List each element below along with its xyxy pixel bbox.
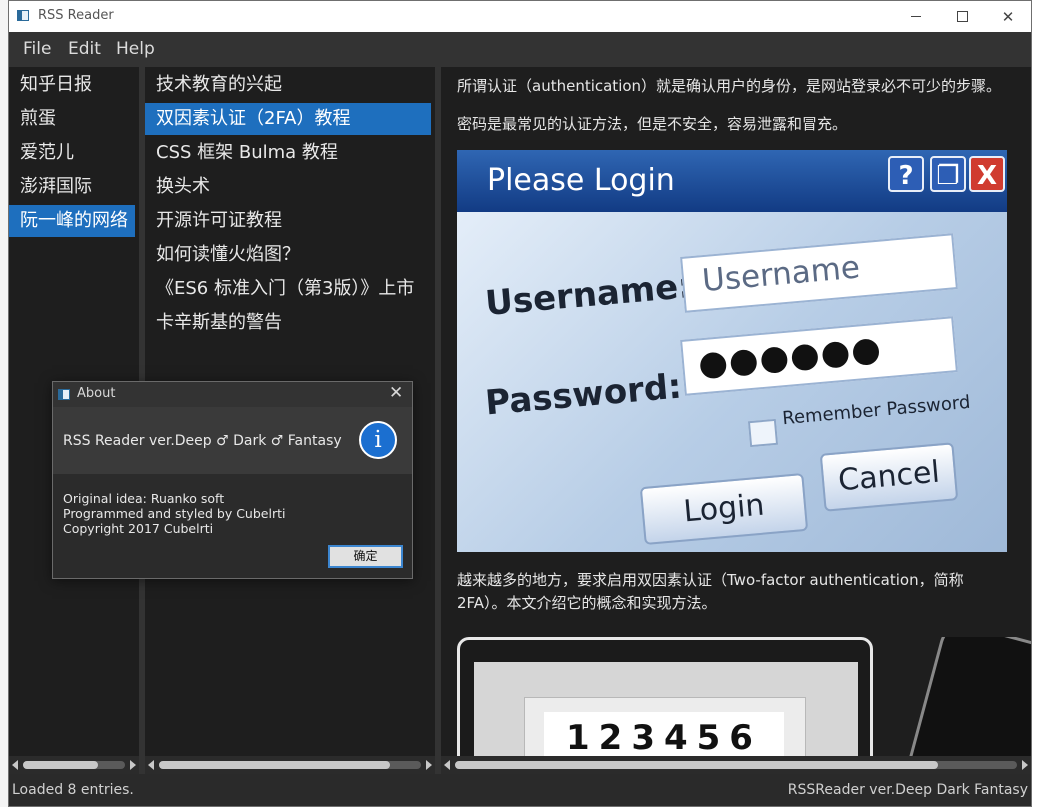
article-item[interactable]: 换头术 <box>145 171 435 203</box>
article-content: 所谓认证（authentication）就是确认用户的身份，是网站登录必不可少的… <box>441 67 1031 774</box>
close-button[interactable]: ✕ <box>985 1 1031 32</box>
close-icon[interactable]: ✕ <box>389 383 403 403</box>
login-graphic-button: Login <box>639 472 809 546</box>
maximize-button[interactable] <box>939 1 985 32</box>
info-icon: i <box>359 421 397 459</box>
twofa-illustration: 123456 <box>457 637 1031 757</box>
about-credit-line: Copyright 2017 Cubelrti <box>63 521 214 536</box>
about-credit-line: Original idea: Ruanko soft <box>63 491 225 506</box>
scroll-thumb[interactable] <box>159 761 390 769</box>
username-label: Username: <box>483 266 694 324</box>
restore-icon: ❐ <box>930 156 966 192</box>
password-label: Password: <box>483 366 684 424</box>
login-illustration: Please Login ? ❐ X Username: Username Pa… <box>457 150 1007 552</box>
menu-edit[interactable]: Edit <box>68 39 101 59</box>
password-box: ●●●●●● <box>680 316 958 396</box>
app-icon <box>58 389 70 400</box>
login-image-titlebar: Please Login ? ❐ X <box>457 150 1007 212</box>
scroll-left-arrow-icon[interactable] <box>148 760 154 770</box>
username-placeholder: Username <box>700 249 862 300</box>
dialog-title: About <box>77 386 116 401</box>
scroll-thumb[interactable] <box>23 761 99 769</box>
dialog-title-bar[interactable]: About ✕ <box>53 382 412 407</box>
feed-item-jandan[interactable]: 煎蛋 <box>9 103 135 135</box>
feed-item-ruanyifeng[interactable]: 阮一峰的网络 <box>9 205 135 237</box>
feed-item-thepaper[interactable]: 澎湃国际 <box>9 171 135 203</box>
article-item[interactable]: 卡辛斯基的警告 <box>145 307 435 339</box>
scroll-left-arrow-icon[interactable] <box>12 760 18 770</box>
article-item[interactable]: 技术教育的兴起 <box>145 69 435 101</box>
minimize-button[interactable] <box>893 1 939 32</box>
content-paragraph: 越来越多的地方，要求启用双因素认证（Two-factor authenticat… <box>457 571 964 589</box>
help-icon: ? <box>888 156 924 192</box>
feed-item-zhihu[interactable]: 知乎日报 <box>9 69 135 101</box>
about-credit-line: Programmed and styled by Cubelrti <box>63 506 286 521</box>
article-item[interactable]: 如何读懂火焰图？ <box>145 239 435 271</box>
title-bar[interactable]: RSS Reader ✕ <box>9 1 1031 32</box>
version-text: RSSReader ver.Deep Dark Fantasy <box>787 782 1028 798</box>
status-text: Loaded 8 entries. <box>12 782 134 798</box>
dialog-header: RSS Reader ver.Deep ♂ Dark ♂ Fantasy i <box>53 407 412 474</box>
verification-code: 123456 <box>544 712 784 757</box>
feed-list-scrollbar[interactable] <box>9 756 139 774</box>
article-item[interactable]: 双因素认证（2FA）教程 <box>145 103 431 135</box>
article-list-scrollbar[interactable] <box>145 756 435 774</box>
content-paragraph: 所谓认证（authentication）就是确认用户的身份，是网站登录必不可少的… <box>457 77 1002 95</box>
about-app-name: RSS Reader ver.Deep ♂ Dark ♂ Fantasy <box>63 433 342 449</box>
content-scrollbar[interactable] <box>441 756 1031 774</box>
content-paragraph: 密码是最常见的认证方法，但是不安全，容易泄露和冒充。 <box>457 115 848 133</box>
scroll-right-arrow-icon[interactable] <box>130 760 136 770</box>
remember-label: Remember Password <box>781 391 972 430</box>
close-icon: X <box>969 156 1005 192</box>
menu-file[interactable]: File <box>23 39 51 59</box>
scroll-thumb[interactable] <box>455 761 939 769</box>
scroll-right-arrow-icon[interactable] <box>426 760 432 770</box>
login-image-title: Please Login <box>487 163 675 198</box>
cancel-graphic-button: Cancel <box>819 442 959 512</box>
phone-graphic <box>903 637 1031 757</box>
username-box: Username <box>680 233 958 313</box>
content-paragraph: 2FA）。本文介绍它的概念和实现方法。 <box>457 594 717 612</box>
tablet-screen: 123456 <box>474 662 858 757</box>
scroll-left-arrow-icon[interactable] <box>444 760 450 770</box>
status-bar: Loaded 8 entries. RSSReader ver.Deep Dar… <box>9 774 1031 806</box>
scroll-right-arrow-icon[interactable] <box>1022 760 1028 770</box>
article-item[interactable]: 开源许可证教程 <box>145 205 435 237</box>
tablet-graphic: 123456 <box>457 637 873 757</box>
article-item[interactable]: 《ES6 标准入门（第3版）》上市 <box>145 273 435 305</box>
app-icon <box>17 10 29 21</box>
feed-item-ifanr[interactable]: 爱范儿 <box>9 137 135 169</box>
ok-button[interactable]: 确定 <box>328 545 403 568</box>
about-dialog: About ✕ RSS Reader ver.Deep ♂ Dark ♂ Fan… <box>52 381 413 579</box>
article-item[interactable]: CSS 框架 Bulma 教程 <box>145 137 435 169</box>
menu-bar: File Edit Help <box>9 32 1031 68</box>
menu-help[interactable]: Help <box>116 39 155 59</box>
window-title: RSS Reader <box>38 8 114 23</box>
password-mask: ●●●●●● <box>696 328 884 385</box>
checkbox-icon <box>747 418 779 448</box>
